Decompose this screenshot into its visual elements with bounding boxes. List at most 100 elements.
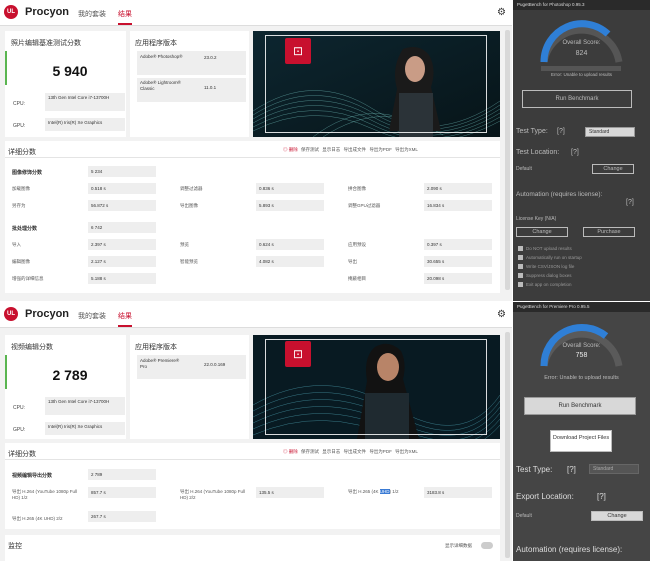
nav-results[interactable]: 结果 [118, 311, 132, 327]
default-location: Default [516, 513, 532, 519]
show-log-button[interactable]: 显示日志 [322, 449, 340, 454]
export-file-button[interactable]: 导出成文件 [344, 449, 367, 454]
test-type-help[interactable]: [?] [557, 128, 565, 135]
row-value: 267.7 s [88, 511, 156, 522]
nav-my-suites[interactable]: 我的套装 [78, 311, 106, 321]
row-value: 0.624 s [256, 239, 324, 250]
export-pdf-button[interactable]: 导出为PDF [369, 449, 392, 454]
delete-button[interactable]: ◎ 删除 [283, 449, 298, 454]
row-value: 16.834 s [424, 200, 492, 211]
option-auto-run[interactable]: Automatically run on startup [518, 255, 582, 261]
ul-logo: UL [4, 307, 18, 321]
option-no-upload[interactable]: Do NOT upload results [518, 246, 572, 252]
row-value: 135.5 s [256, 487, 324, 498]
show-log-button[interactable]: 显示日志 [322, 147, 340, 152]
detail-toggle[interactable] [481, 542, 493, 549]
test-type-select[interactable]: Standard [589, 464, 639, 474]
download-project-files-button[interactable]: Download Project Files [550, 430, 612, 452]
monitor-card: 监控 显示详细数据 [5, 535, 500, 561]
gauge-value: 824 [575, 50, 588, 57]
scrollbar[interactable] [505, 332, 510, 558]
cpu-label: CPU: [13, 405, 25, 411]
automation-label: Automation (requires license): [516, 191, 603, 198]
option-label: Exit app on completion [526, 282, 572, 287]
pugetbench-premiere-panel: PugetBench for Premiere Pro 0.95.5 Overa… [513, 302, 650, 561]
change-location-button[interactable]: Change [591, 511, 643, 521]
action-bar: ◎ 删除 保存测试 显示日志 导出成文件 导出为PDF 导出为XML [283, 449, 420, 455]
checkbox[interactable] [518, 246, 523, 252]
save-test-button[interactable]: 保存测试 [301, 449, 319, 454]
label-part: ) 1/2 [389, 489, 399, 494]
row-label: 导出 [348, 259, 357, 264]
delete-button[interactable]: ◎ 删除 [283, 147, 298, 152]
checkbox[interactable] [518, 273, 523, 279]
option-suppress-dialogs[interactable]: Suppress dialog boxes [518, 273, 572, 279]
gauge-label: Overall Score: [562, 40, 601, 46]
option-label: Write CSV/JSON log file [526, 264, 575, 269]
row-value: 0.836 s [256, 183, 324, 194]
gear-icon[interactable]: ⚙ [497, 7, 506, 18]
gauge-label: Overall Score: [562, 343, 601, 349]
row-value: 5.893 s [256, 200, 324, 211]
checkbox[interactable] [518, 264, 523, 270]
test-type-select[interactable]: Standard [585, 127, 635, 137]
row-label: 导入 [12, 242, 21, 247]
row-label: 预览 [180, 242, 189, 247]
row-label: 应用预设 [348, 242, 366, 247]
cpu-value: 13th Gen Intel Core i7-13700H [45, 93, 125, 111]
row-value: 0.518 s [88, 183, 156, 194]
option-label: Suppress dialog boxes [526, 273, 572, 278]
hero-image-man: ⊡ [253, 335, 500, 439]
row-label: 导出 H.265 (4K UHD) 1/2 [348, 489, 420, 495]
default-location: Default [516, 166, 532, 172]
section-value: 6 742 [88, 222, 156, 233]
label-part: 导出 H.265 (4K [348, 489, 380, 494]
monitor-title: 监控 [8, 543, 22, 550]
export-xml-button[interactable]: 导出为XML [395, 449, 418, 454]
app-row-lightroom: Adobe® Lightroom® Classic 11.0.1 [137, 78, 246, 102]
automation-label: Automation (requires license): [516, 545, 623, 554]
row-value: 20.098 s [424, 273, 492, 284]
divider [5, 459, 500, 460]
details-card: 详细分数 ◎ 删除 保存测试 显示日志 导出成文件 导出为PDF 导出为XML … [5, 443, 500, 529]
export-location-help[interactable]: [?] [597, 492, 606, 501]
run-benchmark-button[interactable]: Run Benchmark [522, 90, 632, 108]
row-value: 30.655 s [424, 256, 492, 267]
scrollbar[interactable] [505, 30, 510, 290]
option-label: Do NOT upload results [526, 246, 572, 251]
export-file-button[interactable]: 导出成文件 [344, 147, 367, 152]
nav-results[interactable]: 结果 [118, 9, 132, 25]
gauge-value: 758 [575, 352, 588, 359]
row-label: 导出 H.264 (YouTube 1080p Full HD) 1/2 [12, 489, 77, 500]
ul-logo: UL [4, 5, 18, 19]
row-value: 3183.8 s [424, 487, 492, 498]
run-benchmark-button[interactable]: Run Benchmark [524, 397, 636, 415]
option-exit-app[interactable]: Exit app on completion [518, 282, 572, 288]
export-pdf-button[interactable]: 导出为PDF [369, 147, 392, 152]
purchase-button[interactable]: Purchase [583, 227, 635, 237]
save-test-button[interactable]: 保存测试 [301, 147, 319, 152]
test-type-help[interactable]: [?] [567, 465, 576, 474]
gear-icon[interactable]: ⚙ [497, 309, 506, 320]
score-value: 5 940 [52, 63, 88, 79]
row-label: 掩蔽相目 [348, 276, 366, 281]
upload-error: Error: Unable to upload results [544, 375, 619, 381]
checkbox[interactable] [518, 255, 523, 261]
option-write-log[interactable]: Write CSV/JSON log file [518, 264, 575, 270]
app-name: Procyon [25, 308, 70, 320]
export-xml-button[interactable]: 导出为XML [395, 147, 418, 152]
automation-help[interactable]: [?] [626, 199, 634, 206]
score-bar [5, 355, 7, 389]
nav-my-suites[interactable]: 我的套装 [78, 9, 106, 19]
test-location-help[interactable]: [?] [571, 149, 579, 156]
row-value: 56.872 s [88, 200, 156, 211]
row-value: 2.127 s [88, 256, 156, 267]
change-location-button[interactable]: Change [592, 164, 634, 174]
row-value: 4.082 s [256, 256, 324, 267]
row-label: 调整GPU过滤器 [348, 203, 381, 208]
row-label: 编辑图像 [12, 259, 30, 264]
checkbox[interactable] [518, 282, 523, 288]
section-label: 视频编辑导出分数 [12, 473, 53, 479]
test-type-label: Test Type: [516, 465, 553, 474]
change-license-button[interactable]: Change [516, 227, 568, 237]
